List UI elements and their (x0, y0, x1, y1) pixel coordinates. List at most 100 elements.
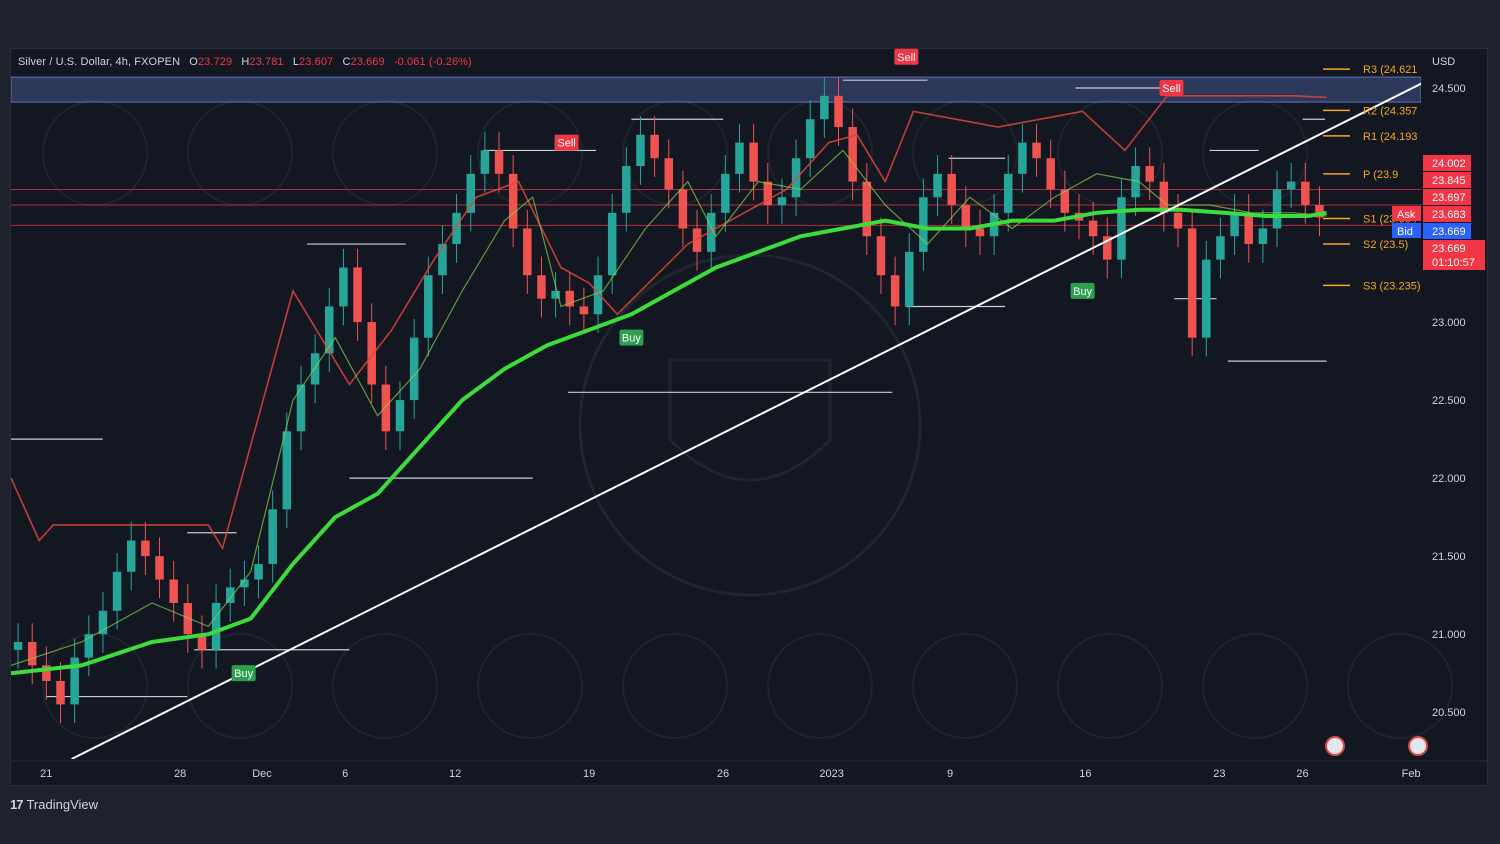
candle-body (947, 173, 956, 206)
buy-signal-label: Buy (622, 333, 641, 345)
candle-body (622, 166, 631, 213)
candle-body (890, 275, 900, 307)
candle-body (834, 95, 843, 128)
candle-body (254, 563, 263, 580)
sell-signal-label: Sell (897, 52, 915, 64)
candle-body (480, 150, 490, 174)
time-tick-label: 21 (40, 768, 52, 780)
candle-body (169, 579, 178, 603)
candle-body (664, 158, 674, 190)
time-tick-label: 19 (583, 768, 595, 780)
open-value: 23.729 (197, 56, 233, 68)
candle-body (735, 142, 744, 174)
candle-body (1032, 142, 1041, 159)
price-tick-label: 21.000 (1432, 629, 1466, 641)
time-tick-label: Dec (252, 768, 272, 780)
us-flag-event-icon (1408, 736, 1428, 756)
low-value: 23.607 (299, 56, 334, 68)
candle-body (353, 267, 362, 323)
candle-body (339, 267, 348, 307)
candle-body (452, 212, 461, 245)
candle-body (1244, 212, 1253, 245)
candle-body (381, 384, 391, 432)
candle-body (749, 142, 758, 182)
tradingview-branding[interactable]: 17 TradingView (10, 797, 98, 812)
time-tick-label: 9 (947, 768, 953, 780)
candle-body (820, 95, 829, 120)
candle-body (777, 197, 787, 206)
sell-signal-label: Sell (1162, 83, 1180, 95)
candle-body (805, 119, 815, 159)
symbol-legend: Silver / U.S. Dollar, 4h, FXOPEN O23.729… (18, 56, 472, 68)
watermark-seal-icon (477, 633, 583, 739)
candle-body (438, 244, 447, 276)
candle-body (155, 556, 164, 580)
candle-body (650, 134, 659, 159)
candle-body (1301, 181, 1310, 206)
candle-body (1258, 228, 1268, 245)
price-tag-value: 23.697 (1432, 192, 1466, 204)
candle-body (1088, 220, 1098, 237)
bar-countdown: 01:10:57 (1432, 257, 1475, 269)
chart-canvas[interactable]: Sell Sell Sell Buy Buy Buy R3 (24.621 R2 (24.3… (0, 0, 1500, 844)
time-tick-label: 26 (717, 768, 729, 780)
price-tag-layer: 24.002 23.845 23.697 23.683 Ask Bid 23.669 23.6… (1392, 155, 1485, 270)
candle-body (494, 150, 504, 174)
buy-signal-label: Buy (234, 668, 253, 680)
candle-body (636, 134, 645, 167)
candle-body (523, 228, 532, 276)
candle-body (268, 509, 277, 564)
candle-body (1216, 236, 1225, 260)
time-axis[interactable]: 21 28 Dec 6 12 19 26 2023 9 16 23 26 Feb (11, 736, 1487, 780)
candle-body (409, 337, 419, 401)
candle-body (56, 680, 65, 705)
price-tick-label: 23.000 (1432, 317, 1466, 329)
candle-body (466, 173, 475, 213)
candle-body (1004, 173, 1013, 213)
candle-body (678, 189, 688, 229)
currency-label[interactable]: USD (1432, 56, 1455, 68)
candle-body (1018, 142, 1027, 174)
bid-price-value: 23.669 (1432, 226, 1466, 238)
time-tick-label: 16 (1079, 768, 1091, 780)
candle-body (1173, 212, 1183, 229)
us-flag-event-icon (1325, 736, 1345, 756)
candle-body (1046, 158, 1055, 190)
candle-body (876, 236, 886, 276)
price-tick-label: 22.500 (1432, 395, 1466, 407)
candle-body (975, 228, 985, 237)
candle-body (593, 275, 603, 315)
ask-label: Ask (1397, 209, 1416, 221)
candle-body (141, 540, 150, 557)
open-label: O (189, 56, 198, 68)
price-tag-value: 24.002 (1432, 158, 1466, 170)
symbol-title: Silver / U.S. Dollar, 4h, FXOPEN (18, 56, 181, 68)
candle-body (1202, 259, 1211, 338)
watermark-seal-icon (622, 633, 728, 739)
brand-name: TradingView (26, 797, 99, 812)
candle-body (1286, 181, 1296, 190)
candle-body (211, 602, 221, 650)
candle-body (1272, 189, 1282, 229)
watermark-seal-icon (912, 633, 1018, 739)
price-tick-label: 24.500 (1432, 83, 1466, 95)
candle-body (607, 212, 617, 276)
candle-body (282, 431, 292, 510)
resistance-zone (11, 76, 1421, 103)
candle-body (13, 641, 23, 650)
time-tick-label: 2023 (819, 768, 843, 780)
price-tick-label: 21.500 (1432, 551, 1466, 563)
trendline (71, 82, 1421, 759)
candle-body (310, 353, 320, 385)
price-tag-value: 23.845 (1432, 175, 1466, 187)
change-value: -0.061 (-0.26%) (393, 56, 472, 68)
candle-body (1230, 212, 1239, 237)
indicator-layer (11, 82, 1421, 759)
pivot-label: S2 (23.5) (1363, 239, 1408, 251)
candle-body (112, 571, 122, 611)
candle-body (1145, 166, 1154, 182)
candle-body (537, 275, 546, 299)
high-value: 23.781 (249, 56, 284, 68)
pivot-label: S3 (23.235) (1363, 280, 1420, 292)
time-tick-label: Feb (1402, 768, 1421, 780)
